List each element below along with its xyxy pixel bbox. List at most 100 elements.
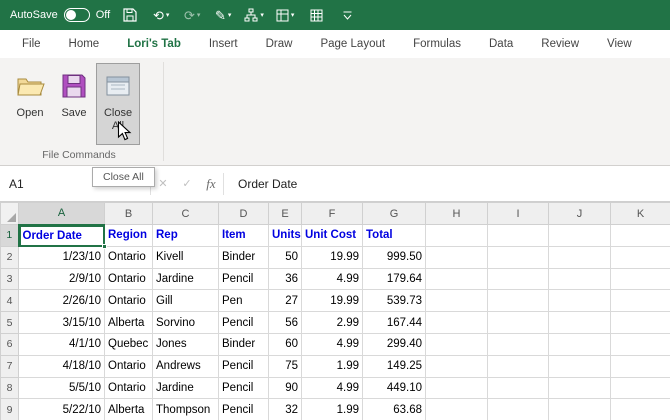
cell-C3[interactable]: Jardine [152, 268, 219, 291]
cell-C7[interactable]: Andrews [152, 355, 219, 378]
cell-A3[interactable]: 2/9/10 [18, 268, 105, 291]
cell-J7[interactable] [548, 355, 611, 378]
cell-I8[interactable] [487, 377, 549, 400]
column-header-H[interactable]: H [425, 202, 488, 225]
tab-data[interactable]: Data [475, 30, 527, 58]
autosave-switch[interactable] [63, 8, 90, 22]
cells-grid-icon[interactable]: ▾ [274, 4, 296, 26]
row-header-4[interactable]: 4 [0, 289, 19, 313]
column-header-D[interactable]: D [218, 202, 269, 225]
cell-K5[interactable] [610, 311, 670, 334]
cell-A5[interactable]: 3/15/10 [18, 311, 105, 334]
cell-H6[interactable] [425, 333, 488, 356]
cell-E7[interactable]: 75 [268, 355, 302, 378]
cell-F6[interactable]: 4.99 [301, 333, 363, 356]
save-button[interactable]: Save [52, 63, 96, 145]
cell-J1[interactable] [548, 224, 611, 247]
cell-K2[interactable] [610, 246, 670, 269]
cell-G1[interactable]: Total [362, 224, 426, 247]
tab-loris-tab[interactable]: Lori's Tab [113, 30, 195, 58]
cell-B1[interactable]: Region [104, 224, 153, 247]
redo-icon[interactable]: ⟳ ▾ [181, 4, 203, 26]
cell-J4[interactable] [548, 289, 611, 313]
cell-F8[interactable]: 4.99 [301, 377, 363, 400]
cell-J9[interactable] [548, 398, 611, 420]
cell-G6[interactable]: 299.40 [362, 333, 426, 356]
tab-insert[interactable]: Insert [195, 30, 252, 58]
cell-C8[interactable]: Jardine [152, 377, 219, 400]
cell-H3[interactable] [425, 268, 488, 291]
tab-draw[interactable]: Draw [252, 30, 307, 58]
cell-E4[interactable]: 27 [268, 289, 302, 313]
org-chart-icon[interactable]: ▾ [243, 4, 265, 26]
cell-B7[interactable]: Ontario [104, 355, 153, 378]
column-header-B[interactable]: B [104, 202, 153, 225]
cell-E6[interactable]: 60 [268, 333, 302, 356]
cell-G7[interactable]: 149.25 [362, 355, 426, 378]
cell-J8[interactable] [548, 377, 611, 400]
cell-D1[interactable]: Item [218, 224, 269, 247]
cell-F2[interactable]: 19.99 [301, 246, 363, 269]
cell-G9[interactable]: 63.68 [362, 398, 426, 420]
cell-A4[interactable]: 2/26/10 [18, 289, 105, 313]
cell-A2[interactable]: 1/23/10 [18, 246, 105, 269]
column-header-A[interactable]: A [18, 202, 105, 226]
cell-F5[interactable]: 2.99 [301, 311, 363, 334]
undo-icon[interactable]: ⟲ ▾ [150, 4, 172, 26]
row-header-3[interactable]: 3 [0, 267, 19, 291]
cell-A6[interactable]: 4/1/10 [18, 333, 105, 356]
cell-H8[interactable] [425, 377, 488, 400]
cell-J6[interactable] [548, 333, 611, 356]
tab-page-layout[interactable]: Page Layout [306, 30, 399, 58]
cell-G2[interactable]: 999.50 [362, 246, 426, 269]
cell-D7[interactable]: Pencil [218, 355, 269, 378]
formula-input[interactable]: Order Date [224, 177, 297, 191]
cell-D5[interactable]: Pencil [218, 311, 269, 334]
cell-H4[interactable] [425, 289, 488, 313]
row-header-8[interactable]: 8 [0, 376, 19, 400]
cell-E8[interactable]: 90 [268, 377, 302, 400]
cell-C4[interactable]: Gill [152, 289, 219, 313]
cell-E1[interactable]: Units [268, 224, 302, 247]
autosave-toggle[interactable]: AutoSave Off [10, 8, 110, 22]
cell-G3[interactable]: 179.64 [362, 268, 426, 291]
cell-C9[interactable]: Thompson [152, 398, 219, 420]
column-header-I[interactable]: I [487, 202, 549, 225]
row-header-6[interactable]: 6 [0, 332, 19, 356]
cell-I5[interactable] [487, 311, 549, 334]
table-icon[interactable] [305, 4, 327, 26]
cell-D8[interactable]: Pencil [218, 377, 269, 400]
row-header-1[interactable]: 1 [0, 224, 20, 247]
cell-I2[interactable] [487, 246, 549, 269]
select-all-button[interactable] [0, 202, 19, 225]
tab-review[interactable]: Review [527, 30, 593, 58]
fill-handle[interactable] [102, 243, 107, 249]
column-header-G[interactable]: G [362, 202, 426, 225]
tab-formulas[interactable]: Formulas [399, 30, 475, 58]
cell-B2[interactable]: Ontario [104, 246, 153, 269]
cell-I9[interactable] [487, 398, 549, 420]
cell-K8[interactable] [610, 377, 670, 400]
tab-view[interactable]: View [593, 30, 646, 58]
cell-J3[interactable] [548, 268, 611, 291]
customize-quick-access-toolbar-icon[interactable] [336, 4, 358, 26]
cell-H1[interactable] [425, 224, 488, 247]
cell-C6[interactable]: Jones [152, 333, 219, 356]
column-header-K[interactable]: K [610, 202, 670, 225]
cell-F4[interactable]: 19.99 [301, 289, 363, 313]
cell-B5[interactable]: Alberta [104, 311, 153, 334]
insert-function-icon[interactable]: fx [199, 176, 223, 192]
row-header-7[interactable]: 7 [0, 354, 19, 378]
cell-B6[interactable]: Quebec [104, 333, 153, 356]
cell-G5[interactable]: 167.44 [362, 311, 426, 334]
cell-F7[interactable]: 1.99 [301, 355, 363, 378]
cell-D2[interactable]: Binder [218, 246, 269, 269]
column-header-C[interactable]: C [152, 202, 219, 225]
cell-D9[interactable]: Pencil [218, 398, 269, 420]
cell-D3[interactable]: Pencil [218, 268, 269, 291]
row-header-9[interactable]: 9 [0, 398, 19, 420]
cell-E2[interactable]: 50 [268, 246, 302, 269]
cell-C5[interactable]: Sorvino [152, 311, 219, 334]
cell-F1[interactable]: Unit Cost [301, 224, 363, 247]
cell-I7[interactable] [487, 355, 549, 378]
